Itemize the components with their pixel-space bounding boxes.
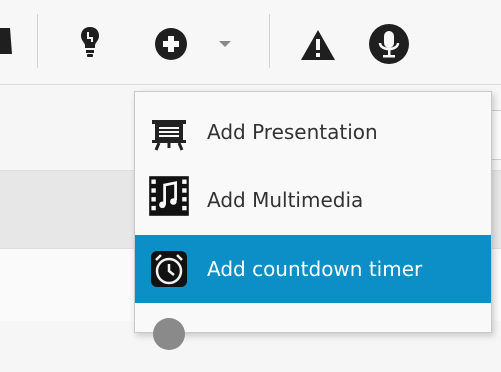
- add-circle-icon[interactable]: [154, 27, 188, 61]
- presentation-easel-icon: [152, 120, 186, 151]
- partial-item-icon: [153, 318, 185, 350]
- toolbar-separator: [269, 14, 270, 68]
- add-dropdown-menu: Add Presentation Add Multimedia Add coun…: [134, 91, 492, 350]
- lightbulb-icon[interactable]: [80, 26, 100, 60]
- menu-item-label: Add Multimedia: [207, 188, 364, 212]
- menu-item-add-countdown-timer[interactable]: Add countdown timer: [135, 235, 491, 303]
- alarm-clock-icon: [151, 251, 187, 287]
- dropdown-arrow-icon[interactable]: [218, 40, 232, 48]
- film-music-icon: [149, 176, 189, 216]
- cart-icon[interactable]: [0, 24, 14, 60]
- menu-item-partial[interactable]: [135, 304, 491, 372]
- menu-item-add-multimedia[interactable]: Add Multimedia: [135, 166, 491, 234]
- menu-item-label: Add countdown timer: [207, 257, 423, 281]
- microphone-icon[interactable]: [368, 23, 410, 65]
- warning-icon[interactable]: [300, 29, 336, 61]
- menu-item-label: Add Presentation: [207, 120, 378, 144]
- menu-item-add-presentation[interactable]: Add Presentation: [135, 98, 491, 166]
- toolbar-separator: [37, 14, 38, 68]
- toolbar: [0, 0, 501, 85]
